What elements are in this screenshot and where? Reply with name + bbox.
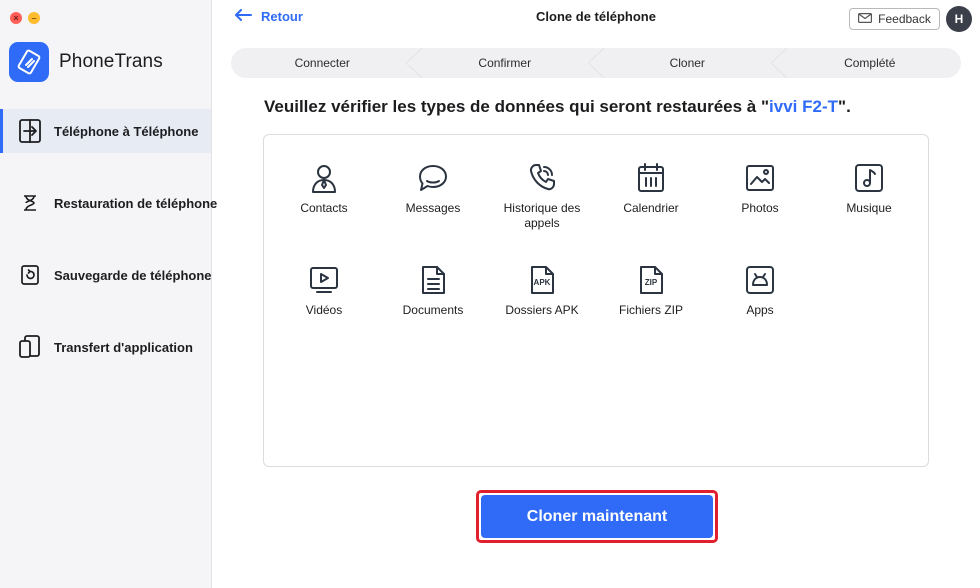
- data-type-contacts[interactable]: Contacts: [269, 161, 379, 216]
- back-button[interactable]: Retour: [234, 9, 303, 24]
- instruction-heading: Veuillez vérifier les types de données q…: [264, 97, 851, 117]
- hourglass-icon: [16, 189, 44, 217]
- sidebar-item-label: Sauvegarde de téléphone: [54, 267, 212, 283]
- feedback-button[interactable]: Feedback: [849, 8, 940, 30]
- progress-steps: Connecter Confirmer Cloner Complété: [231, 48, 961, 78]
- step-confirm: Confirmer: [405, 48, 597, 78]
- data-type-documents[interactable]: Documents: [378, 263, 488, 318]
- data-type-label: Musique: [846, 201, 892, 215]
- data-type-videos[interactable]: Vidéos: [269, 263, 379, 318]
- sidebar-item-app-transfer[interactable]: Transfert d'application: [0, 325, 211, 369]
- data-type-label: Vidéos: [305, 303, 343, 317]
- contacts-icon: [307, 161, 341, 195]
- apk-icon: APK: [525, 263, 559, 297]
- data-type-messages[interactable]: Messages: [378, 161, 488, 216]
- music-icon: [852, 161, 886, 195]
- page-title: Clone de téléphone: [536, 9, 656, 24]
- step-complete: Complété: [770, 48, 962, 78]
- data-type-zip[interactable]: ZIP Fichiers ZIP: [596, 263, 706, 318]
- data-type-label: Historique des appels: [503, 201, 581, 230]
- data-type-photos[interactable]: Photos: [705, 161, 815, 216]
- sidebar-item-label: Téléphone à Téléphone: [54, 123, 199, 139]
- data-type-label: Dossiers APK: [505, 303, 579, 317]
- documents-icon: [416, 263, 450, 297]
- app-transfer-icon: [16, 333, 44, 361]
- data-type-calendar[interactable]: Calendrier: [596, 161, 706, 216]
- clone-now-button[interactable]: Cloner maintenant: [481, 495, 713, 538]
- heading-suffix: ".: [838, 97, 851, 116]
- clone-now-highlight: Cloner maintenant: [476, 490, 718, 543]
- mail-icon: [858, 12, 873, 26]
- sidebar-nav: Téléphone à Téléphone Restauration de té…: [0, 109, 217, 397]
- step-clone: Cloner: [588, 48, 779, 78]
- heading-prefix: Veuillez vérifier les types de données q…: [264, 97, 770, 116]
- minimize-window-button[interactable]: –: [28, 12, 40, 24]
- sidebar-item-phone-restore[interactable]: Restauration de téléphone: [0, 181, 217, 225]
- videos-icon: [307, 263, 341, 297]
- step-connect: Connecter: [294, 56, 350, 70]
- data-type-label: Contacts: [300, 201, 348, 215]
- apps-icon: [743, 263, 777, 297]
- data-type-label: Apps: [746, 303, 774, 317]
- window-controls: × –: [10, 12, 40, 24]
- data-type-apps[interactable]: Apps: [705, 263, 815, 318]
- sidebar-item-phone-to-phone[interactable]: Téléphone à Téléphone: [0, 109, 211, 153]
- data-type-apk[interactable]: APK Dossiers APK: [487, 263, 597, 318]
- device-name: ivvi F2-T: [769, 97, 839, 116]
- data-type-label: Fichiers ZIP: [618, 303, 683, 317]
- data-type-music[interactable]: Musique: [814, 161, 924, 216]
- svg-text:ZIP: ZIP: [645, 278, 658, 287]
- back-label: Retour: [261, 9, 303, 24]
- messages-icon: [416, 161, 450, 195]
- sidebar-item-phone-backup[interactable]: Sauvegarde de téléphone: [0, 253, 212, 297]
- backup-icon: [16, 261, 44, 289]
- app-brand: PhoneTrans: [9, 42, 163, 82]
- svg-text:APK: APK: [534, 278, 551, 287]
- data-types-panel: Contacts Messages Historique des appels: [263, 134, 929, 467]
- sidebar: × – PhoneTrans Téléphone à Téléphone Res…: [0, 0, 217, 588]
- arrow-left-icon: [234, 9, 252, 24]
- feedback-label: Feedback: [878, 12, 931, 26]
- phonetrans-logo-icon: [9, 42, 49, 82]
- sidebar-item-label: Restauration de téléphone: [54, 195, 218, 211]
- data-type-call-history[interactable]: Historique des appels: [487, 161, 597, 231]
- sidebar-item-label: Transfert d'application: [54, 339, 193, 355]
- data-type-label: Photos: [741, 201, 779, 215]
- phone-transfer-icon: [16, 117, 44, 145]
- data-type-label: Messages: [405, 201, 461, 215]
- photos-icon: [743, 161, 777, 195]
- close-window-button[interactable]: ×: [10, 12, 22, 24]
- app-name: PhoneTrans: [59, 51, 163, 72]
- calendar-icon: [634, 161, 668, 195]
- avatar[interactable]: H: [946, 6, 972, 32]
- zip-icon: ZIP: [634, 263, 668, 297]
- data-type-label: Calendrier: [623, 201, 679, 215]
- data-type-label: Documents: [402, 303, 464, 317]
- call-history-icon: [525, 161, 559, 195]
